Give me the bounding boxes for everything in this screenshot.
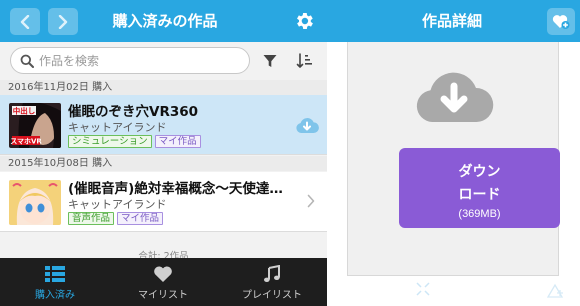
thumbnail-caption-bottom: スマホVR [10,138,42,146]
page-title: 購入済みの作品 [112,12,218,30]
search-box[interactable] [10,47,250,74]
my-works-tag: マイ作品 [117,212,164,225]
work-maker: キャットアイランド [68,121,167,134]
sort-icon[interactable] [296,52,314,70]
heart-icon [154,266,172,282]
genre-tag: 音声作品 [68,212,115,225]
work-thumbnail: 中出し スマホVR [9,103,61,148]
purchase-date-header: 2016年11月02日 購入 [0,80,327,95]
cloud-download-icon[interactable] [295,116,319,134]
work-detail-pane: 作品詳細 ダウン ロード (369MB) [327,0,580,306]
collapse-icon[interactable] [415,281,431,297]
gear-icon[interactable] [293,10,315,32]
list-icon [45,266,65,282]
download-label-line2: ロード [458,186,501,202]
tab-playlist[interactable]: プレイリスト [222,258,322,306]
right-header: 作品詳細 [327,0,580,42]
chevron-right-icon[interactable] [307,194,315,208]
tab-purchased[interactable]: 購入済み [5,258,105,306]
app-root: 購入済みの作品 2016年11月02日 購入 [0,0,580,306]
thumbnail-caption-top: 中出し [13,106,36,116]
tab-label: マイリスト [138,290,188,301]
back-button[interactable] [10,8,40,35]
tab-label: 購入済み [35,290,75,301]
forward-button[interactable] [48,8,78,35]
work-tags: シミュレーション マイ作品 [68,135,201,148]
chevron-right-icon [58,14,68,29]
download-button[interactable]: ダウン ロード (369MB) [399,148,560,228]
purchase-date-header: 2015年10月08日 購入 [0,156,327,171]
download-label-line1: ダウン [458,163,501,179]
search-toolbar [0,42,327,80]
add-to-mylist-button[interactable] [547,8,575,35]
detail-title: 作品詳細 [421,12,482,30]
work-thumbnail [9,180,61,225]
chevron-left-icon [20,14,30,29]
detail-panel: ダウン ロード (369MB) [347,42,560,276]
cloud-download-icon [416,72,494,122]
work-title: 催眠のぞき穴VR360 [68,104,199,120]
search-input[interactable] [39,48,244,73]
purchased-works-pane: 購入済みの作品 2016年11月02日 購入 [0,0,327,306]
tab-label: プレイリスト [242,290,302,301]
heart-plus-icon [552,15,570,29]
work-tags: 音声作品 マイ作品 [68,212,164,225]
list-item[interactable]: (催眠音声)絶対幸福概念〜天使達… キャットアイランド 音声作品 マイ作品 [0,172,327,232]
search-icon [20,54,34,68]
my-works-tag: マイ作品 [154,135,201,148]
list-item[interactable]: 中出し スマホVR 催眠のぞき穴VR360 キャットアイランド シミュレーション… [0,95,327,155]
work-title: (催眠音声)絶対幸福概念〜天使達… [68,181,283,197]
tab-bar: 購入済み マイリスト プレイリスト [0,258,327,306]
tab-mylist[interactable]: マイリスト [113,258,213,306]
triangle-plus-icon[interactable] [547,281,565,299]
music-note-icon [264,265,280,282]
download-size: (369MB) [458,208,501,220]
left-header: 購入済みの作品 [0,0,327,42]
filter-icon[interactable] [263,54,277,68]
genre-tag: シミュレーション [68,135,152,148]
work-maker: キャットアイランド [68,198,167,211]
